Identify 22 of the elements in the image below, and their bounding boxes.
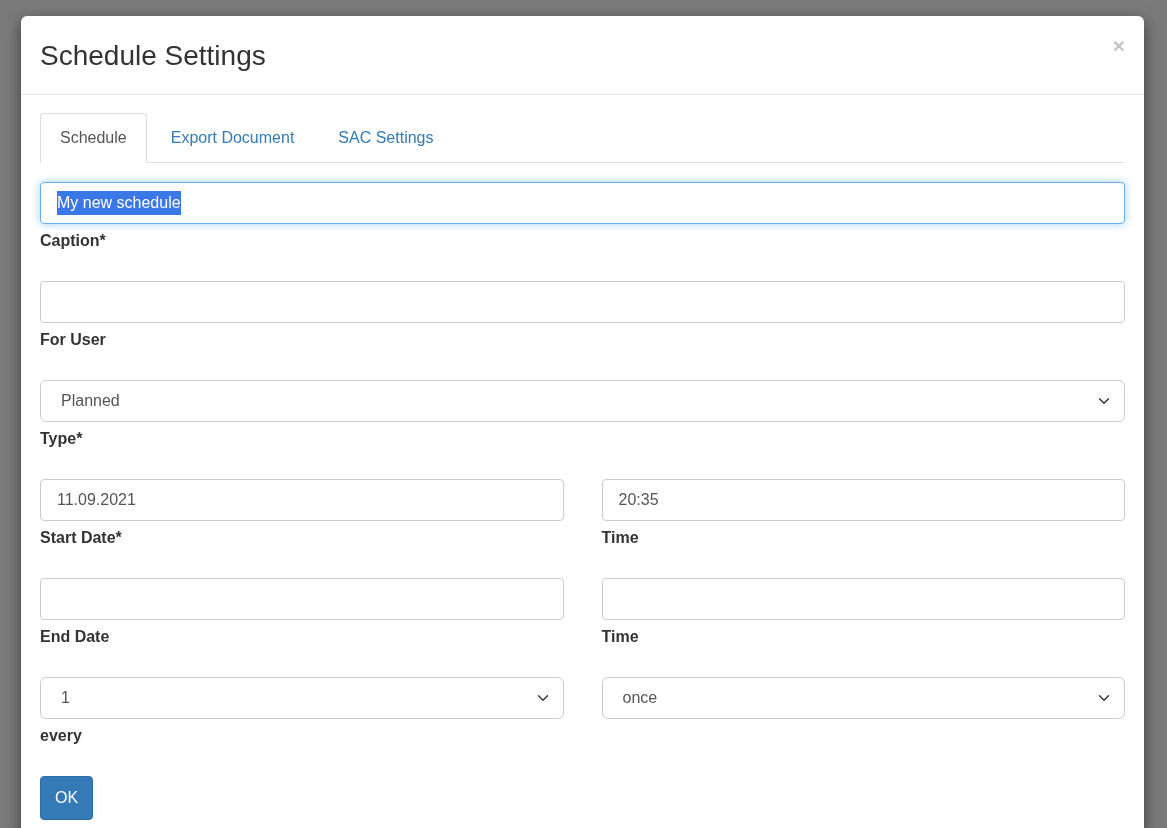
dropdown[interactable]: once bbox=[601, 677, 1125, 720]
field-label: Type* bbox=[40, 429, 84, 450]
field-label: Start Date* bbox=[40, 528, 123, 549]
ok-button[interactable]: OK bbox=[40, 776, 94, 821]
field-label: Time bbox=[601, 528, 640, 549]
input-field[interactable] bbox=[40, 578, 564, 621]
dialog-title: Schedule Settings bbox=[40, 39, 266, 73]
field-label: For User bbox=[40, 330, 107, 351]
field-label: End Date bbox=[40, 627, 111, 648]
dropdown[interactable]: 1 bbox=[40, 677, 564, 720]
input-field[interactable]: 20:35 bbox=[601, 479, 1125, 522]
tab[interactable]: Export Document bbox=[150, 113, 315, 164]
input-field[interactable] bbox=[40, 281, 1125, 324]
field-label: Time bbox=[601, 627, 640, 648]
tab[interactable]: Schedule bbox=[40, 113, 147, 164]
input-field[interactable]: My new schedule bbox=[40, 182, 1125, 225]
input-field[interactable]: 11.09.2021 bbox=[40, 479, 564, 522]
field-label: Caption* bbox=[40, 231, 107, 252]
field-label: every bbox=[40, 726, 83, 747]
tab[interactable]: SAC Settings bbox=[318, 113, 454, 164]
dropdown[interactable]: Planned bbox=[40, 380, 1125, 423]
input-field[interactable] bbox=[601, 578, 1125, 621]
